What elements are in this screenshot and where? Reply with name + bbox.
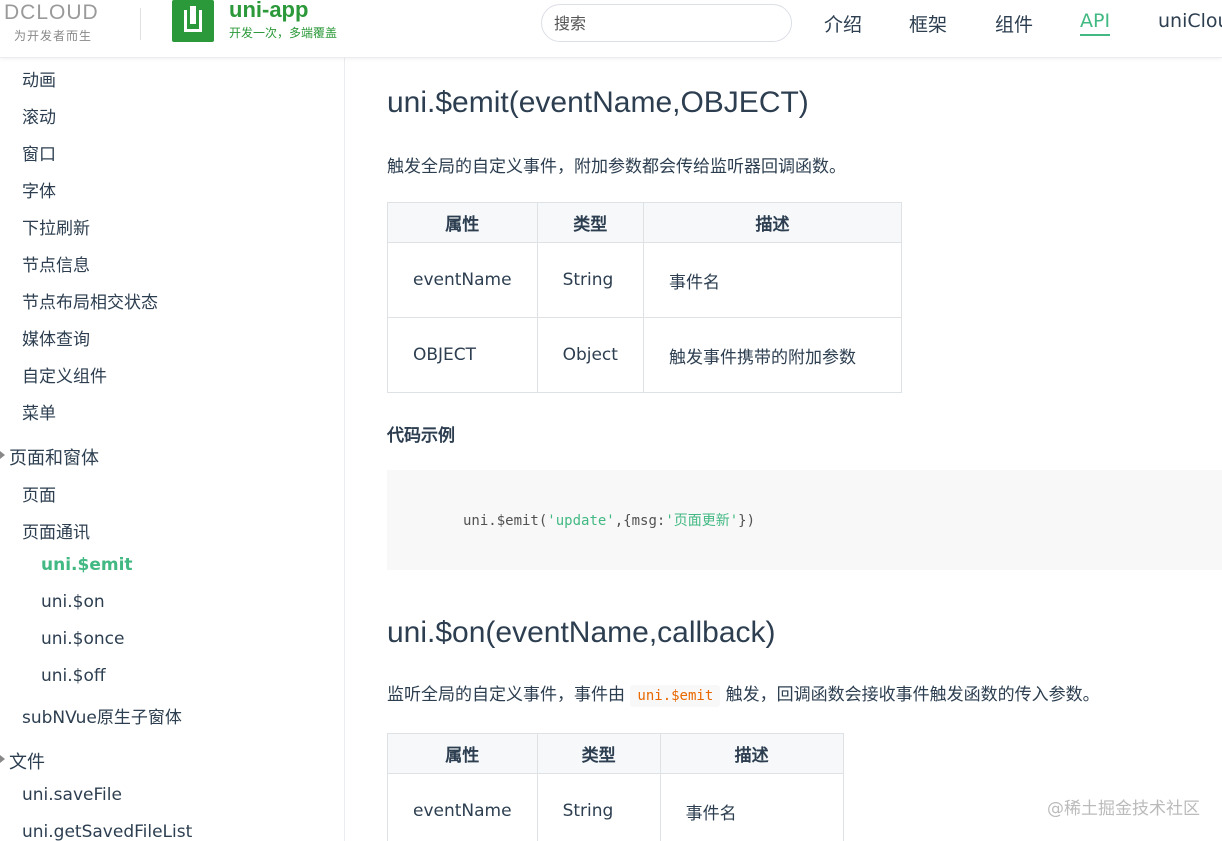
emit-description: 触发全局的自定义事件，附加参数都会传给监听器回调函数。 bbox=[387, 157, 846, 177]
table-row: OBJECT Object 触发事件携带的附加参数 bbox=[387, 317, 902, 393]
on-desc-text: 触发，回调函数会接收事件触发函数的传入参数。 bbox=[725, 685, 1100, 705]
header-divider bbox=[140, 8, 141, 40]
dcloud-slogan: 为开发者而生 bbox=[14, 29, 93, 43]
table-row: eventName String 事件名 bbox=[387, 773, 844, 841]
sidebar-item-animation[interactable]: 动画 bbox=[22, 66, 56, 91]
table-cell: eventName bbox=[387, 242, 538, 318]
top-header: DCLOUD 为开发者而生 uni-app 开发一次，多端覆盖 介绍 框架 组件… bbox=[0, 0, 1222, 58]
table-cell: OBJECT bbox=[387, 317, 538, 393]
expand-caret-icon[interactable] bbox=[0, 755, 5, 763]
sidebar-item-uni-once[interactable]: uni.$once bbox=[41, 629, 124, 649]
table-header-cell: 属性 bbox=[387, 202, 538, 243]
nav-api[interactable]: API bbox=[1080, 10, 1111, 36]
uni-app-slogan: 开发一次，多端覆盖 bbox=[229, 26, 338, 40]
inline-code: uni.$emit bbox=[630, 685, 721, 707]
sidebar-item-uni-off[interactable]: uni.$off bbox=[41, 666, 106, 686]
sidebar-item-node-info[interactable]: 节点信息 bbox=[22, 251, 90, 276]
code-string: 'update' bbox=[547, 513, 615, 529]
section-title-emit: uni.$emit(eventName,OBJECT) bbox=[387, 86, 809, 119]
sidebar-item-page[interactable]: 页面 bbox=[22, 481, 56, 506]
sidebar-item-custom-component[interactable]: 自定义组件 bbox=[22, 362, 107, 387]
table-cell: 事件名 bbox=[642, 242, 902, 318]
sidebar-item-page-comm[interactable]: 页面通讯 bbox=[22, 518, 90, 543]
table-row: eventName String 事件名 bbox=[387, 242, 902, 318]
code-string: '页面更新' bbox=[665, 513, 739, 529]
sidebar-item-media-query[interactable]: 媒体查询 bbox=[22, 325, 90, 350]
sidebar-item-window[interactable]: 窗口 bbox=[22, 140, 56, 165]
nav-intro[interactable]: 介绍 bbox=[824, 10, 862, 37]
sidebar-item-save-file[interactable]: uni.saveFile bbox=[22, 785, 122, 805]
on-description: 监听全局的自定义事件，事件由 uni.$emit 触发，回调函数会接收事件触发函… bbox=[387, 680, 1100, 707]
sidebar-item-uni-on[interactable]: uni.$on bbox=[41, 592, 105, 612]
sidebar-item-menu[interactable]: 菜单 bbox=[22, 399, 56, 424]
sidebar-item-scroll[interactable]: 滚动 bbox=[22, 103, 56, 128]
emit-params-table: 属性 类型 描述 eventName String 事件名 OBJECT Obj… bbox=[387, 202, 902, 393]
on-desc-text: 监听全局的自定义事件，事件由 bbox=[387, 685, 625, 705]
table-header-row: 属性 类型 描述 bbox=[387, 202, 902, 243]
code-token: ,{msg: bbox=[614, 513, 666, 529]
nav-components[interactable]: 组件 bbox=[995, 10, 1033, 37]
table-header-cell: 属性 bbox=[387, 733, 538, 774]
code-token: }) bbox=[738, 513, 756, 529]
main-content: uni.$emit(eventName,OBJECT) 触发全局的自定义事件，附… bbox=[346, 58, 1222, 841]
uni-app-logo-icon[interactable] bbox=[172, 0, 214, 42]
sidebar-item-uni-emit[interactable]: uni.$emit bbox=[41, 555, 133, 575]
table-header-cell: 类型 bbox=[536, 733, 661, 774]
sidebar-item-font[interactable]: 字体 bbox=[22, 177, 56, 202]
code-example-heading: 代码示例 bbox=[387, 426, 455, 446]
section-title-on: uni.$on(eventName,callback) bbox=[387, 616, 776, 649]
uni-app-title[interactable]: uni-app bbox=[229, 0, 308, 23]
code-line: uni.$emit('update',{msg:'页面更新'}) bbox=[463, 510, 755, 530]
table-cell: 事件名 bbox=[659, 773, 844, 841]
sidebar: 动画 滚动 窗口 字体 下拉刷新 节点信息 节点布局相交状态 媒体查询 自定义组… bbox=[0, 58, 345, 841]
sidebar-group-page-window[interactable]: 页面和窗体 bbox=[9, 444, 99, 470]
table-cell: 触发事件携带的附加参数 bbox=[642, 317, 902, 393]
sidebar-group-file[interactable]: 文件 bbox=[9, 748, 45, 774]
watermark: @稀土掘金技术社区 bbox=[1047, 799, 1200, 819]
table-cell: String bbox=[536, 242, 644, 318]
sidebar-item-get-saved-file-list[interactable]: uni.getSavedFileList bbox=[22, 822, 192, 841]
search-input[interactable] bbox=[541, 4, 792, 42]
expand-caret-icon[interactable] bbox=[0, 451, 5, 459]
table-cell: String bbox=[536, 773, 661, 841]
table-header-cell: 描述 bbox=[659, 733, 844, 774]
code-block[interactable]: uni.$emit('update',{msg:'页面更新'}) bbox=[387, 470, 1222, 570]
table-cell: Object bbox=[536, 317, 644, 393]
dcloud-logo[interactable]: DCLOUD 为开发者而生 bbox=[4, 1, 124, 43]
code-token: uni.$emit( bbox=[463, 513, 548, 529]
dcloud-logo-text: DCLOUD bbox=[4, 1, 99, 24]
on-params-table: 属性 类型 描述 eventName String 事件名 bbox=[387, 733, 844, 841]
nav-unicloud[interactable]: uniClou bbox=[1158, 10, 1222, 32]
table-header-cell: 描述 bbox=[642, 202, 902, 243]
sidebar-item-pull-refresh[interactable]: 下拉刷新 bbox=[22, 214, 90, 239]
sidebar-item-intersection[interactable]: 节点布局相交状态 bbox=[22, 288, 158, 313]
sidebar-item-subnvue[interactable]: subNVue原生子窗体 bbox=[22, 703, 182, 728]
table-cell: eventName bbox=[387, 773, 538, 841]
nav-framework[interactable]: 框架 bbox=[909, 10, 947, 37]
table-header-row: 属性 类型 描述 bbox=[387, 733, 844, 774]
table-header-cell: 类型 bbox=[536, 202, 644, 243]
